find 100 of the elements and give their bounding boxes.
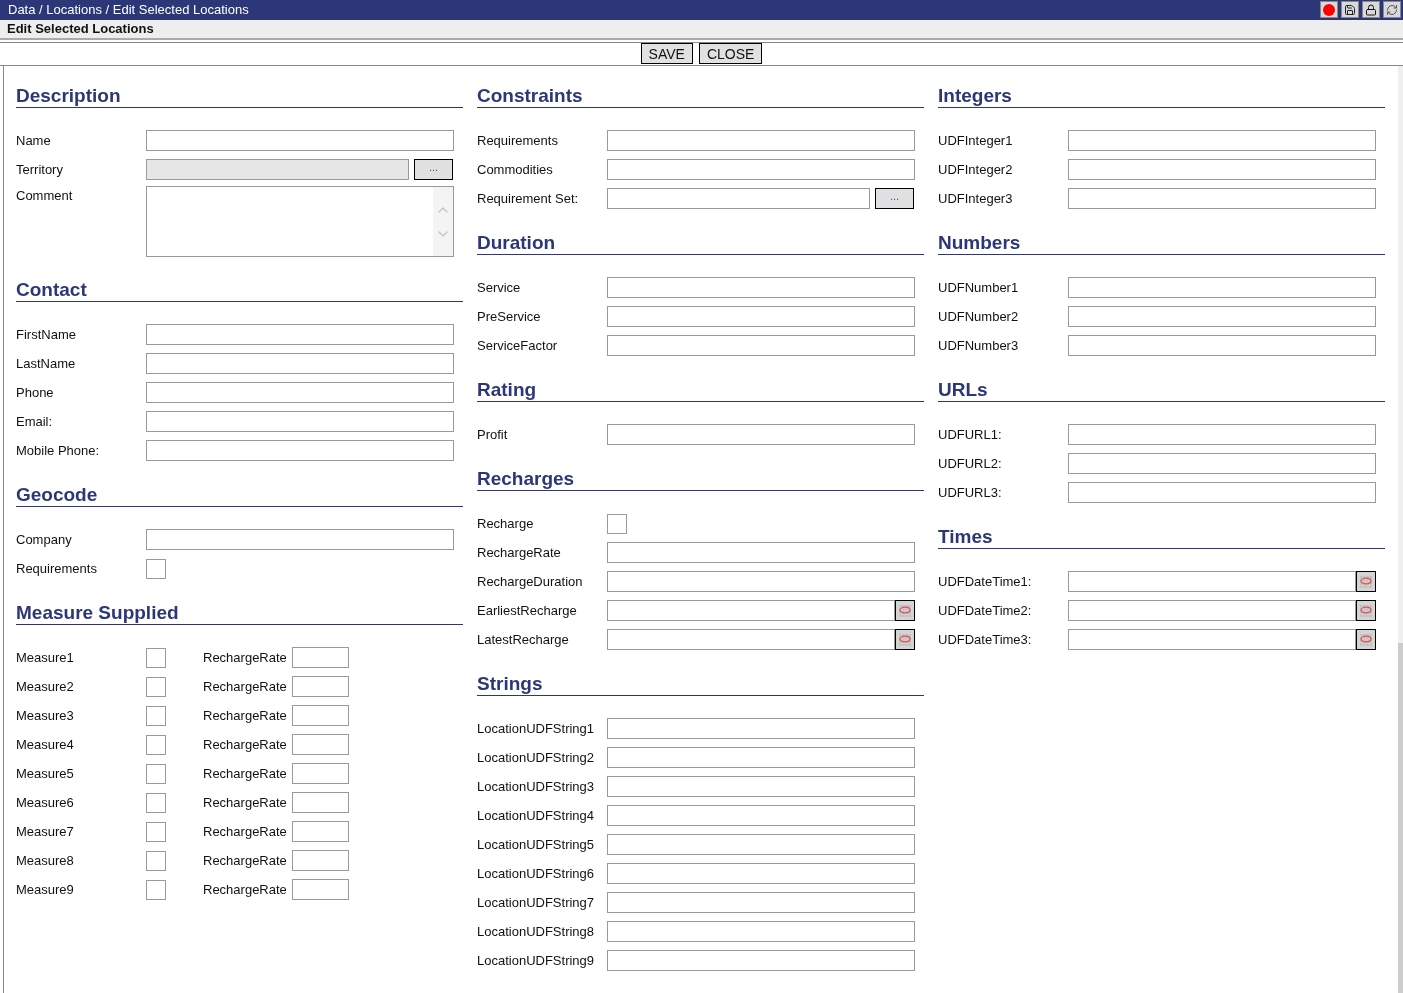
text-field[interactable] [607, 950, 915, 971]
field-label: Requirements [16, 559, 98, 578]
field-label: RechargeRate [203, 851, 288, 870]
scrollbar[interactable] [433, 187, 453, 256]
field-label: LastName [16, 354, 77, 373]
section-title: Duration [477, 232, 556, 254]
field-label: Measure5 [16, 764, 75, 783]
field-label: LocationUDFString8 [477, 922, 596, 941]
checkbox[interactable] [607, 513, 627, 534]
section-title: Times [938, 526, 993, 548]
text-field[interactable] [607, 424, 915, 445]
text-field[interactable] [607, 130, 915, 151]
field-label: LocationUDFString1 [477, 719, 596, 738]
text-field[interactable] [607, 188, 870, 209]
text-field[interactable] [607, 306, 915, 327]
text-field[interactable] [1068, 453, 1376, 474]
rate-field[interactable] [292, 879, 349, 900]
text-field[interactable] [607, 335, 915, 356]
date-field[interactable] [1068, 629, 1356, 650]
toolbar-button[interactable]: SAVE [640, 43, 693, 65]
text-field[interactable] [1068, 482, 1376, 503]
calendar-button[interactable] [1356, 629, 1376, 650]
field-label: RechargeRate [203, 822, 288, 841]
field-label: RechargeRate [203, 764, 288, 783]
field-label: UDFURL2: [938, 454, 1003, 473]
text-field[interactable] [1068, 188, 1376, 209]
checkbox[interactable] [146, 821, 166, 842]
text-field[interactable] [146, 411, 454, 432]
text-field[interactable] [607, 542, 915, 563]
text-field[interactable] [1068, 130, 1376, 151]
text-field[interactable] [607, 747, 915, 768]
text-field[interactable] [146, 382, 454, 403]
field-label: Territory [16, 160, 64, 179]
checkbox[interactable] [146, 850, 166, 871]
text-field[interactable] [607, 159, 915, 180]
field-label: Measure8 [16, 851, 75, 870]
checkbox[interactable] [146, 879, 166, 900]
rate-field[interactable] [292, 734, 349, 755]
text-field[interactable] [1068, 424, 1376, 445]
save-button[interactable] [1341, 1, 1359, 19]
text-field[interactable] [1068, 306, 1376, 327]
field-label: Measure2 [16, 677, 75, 696]
calendar-button[interactable] [895, 600, 915, 621]
browse-button[interactable]: ... [875, 188, 914, 209]
text-field[interactable] [607, 776, 915, 797]
rate-field[interactable] [292, 647, 349, 668]
checkbox[interactable] [146, 734, 166, 755]
scrollbar-thumb[interactable] [1398, 643, 1403, 993]
date-field[interactable] [607, 600, 895, 621]
text-field[interactable] [146, 440, 454, 461]
checkbox[interactable] [146, 705, 166, 726]
text-field[interactable] [607, 805, 915, 826]
section-title: Geocode [16, 484, 98, 506]
checkbox[interactable] [146, 763, 166, 784]
text-field[interactable] [146, 353, 454, 374]
lock-button[interactable] [1362, 1, 1380, 19]
date-field[interactable] [607, 629, 895, 650]
text-field[interactable] [607, 571, 915, 592]
section-title: Constraints [477, 85, 583, 107]
text-field[interactable] [146, 130, 454, 151]
text-field[interactable] [146, 324, 454, 345]
field-label: UDFDateTime1: [938, 572, 1033, 591]
field-label: RechargeRate [203, 648, 288, 667]
field-label: LocationUDFString2 [477, 748, 596, 767]
text-field[interactable] [607, 863, 915, 884]
refresh-button[interactable] [1383, 1, 1401, 19]
rate-field[interactable] [292, 792, 349, 813]
rate-field[interactable] [292, 676, 349, 697]
section-title: Recharges [477, 468, 575, 490]
text-field[interactable] [607, 834, 915, 855]
text-field[interactable] [1068, 159, 1376, 180]
field-label: RechargeRate [203, 880, 288, 899]
date-field[interactable] [1068, 571, 1356, 592]
text-field[interactable] [607, 921, 915, 942]
text-field[interactable] [607, 892, 915, 913]
rate-field[interactable] [292, 821, 349, 842]
checkbox[interactable] [146, 676, 166, 697]
toolbar-button[interactable]: CLOSE [698, 43, 763, 65]
checkbox[interactable] [146, 792, 166, 813]
text-field[interactable] [146, 529, 454, 550]
checkbox[interactable] [146, 647, 166, 668]
rate-field[interactable] [292, 850, 349, 871]
checkbox[interactable] [146, 558, 166, 579]
text-field[interactable] [607, 718, 915, 739]
date-field[interactable] [1068, 600, 1356, 621]
text-field[interactable] [607, 277, 915, 298]
field-label: UDFNumber1 [938, 278, 1020, 297]
comment-textarea[interactable] [146, 186, 454, 257]
browse-button[interactable]: ... [414, 159, 453, 180]
rate-field[interactable] [292, 763, 349, 784]
scrollbar[interactable] [1398, 66, 1403, 993]
record-button[interactable] [1320, 1, 1338, 19]
calendar-button[interactable] [1356, 571, 1376, 592]
text-field[interactable] [1068, 335, 1376, 356]
rate-field[interactable] [292, 705, 349, 726]
field-label: LocationUDFString7 [477, 893, 596, 912]
text-field[interactable] [1068, 277, 1376, 298]
calendar-button[interactable] [895, 629, 915, 650]
calendar-icon [898, 603, 912, 618]
calendar-button[interactable] [1356, 600, 1376, 621]
